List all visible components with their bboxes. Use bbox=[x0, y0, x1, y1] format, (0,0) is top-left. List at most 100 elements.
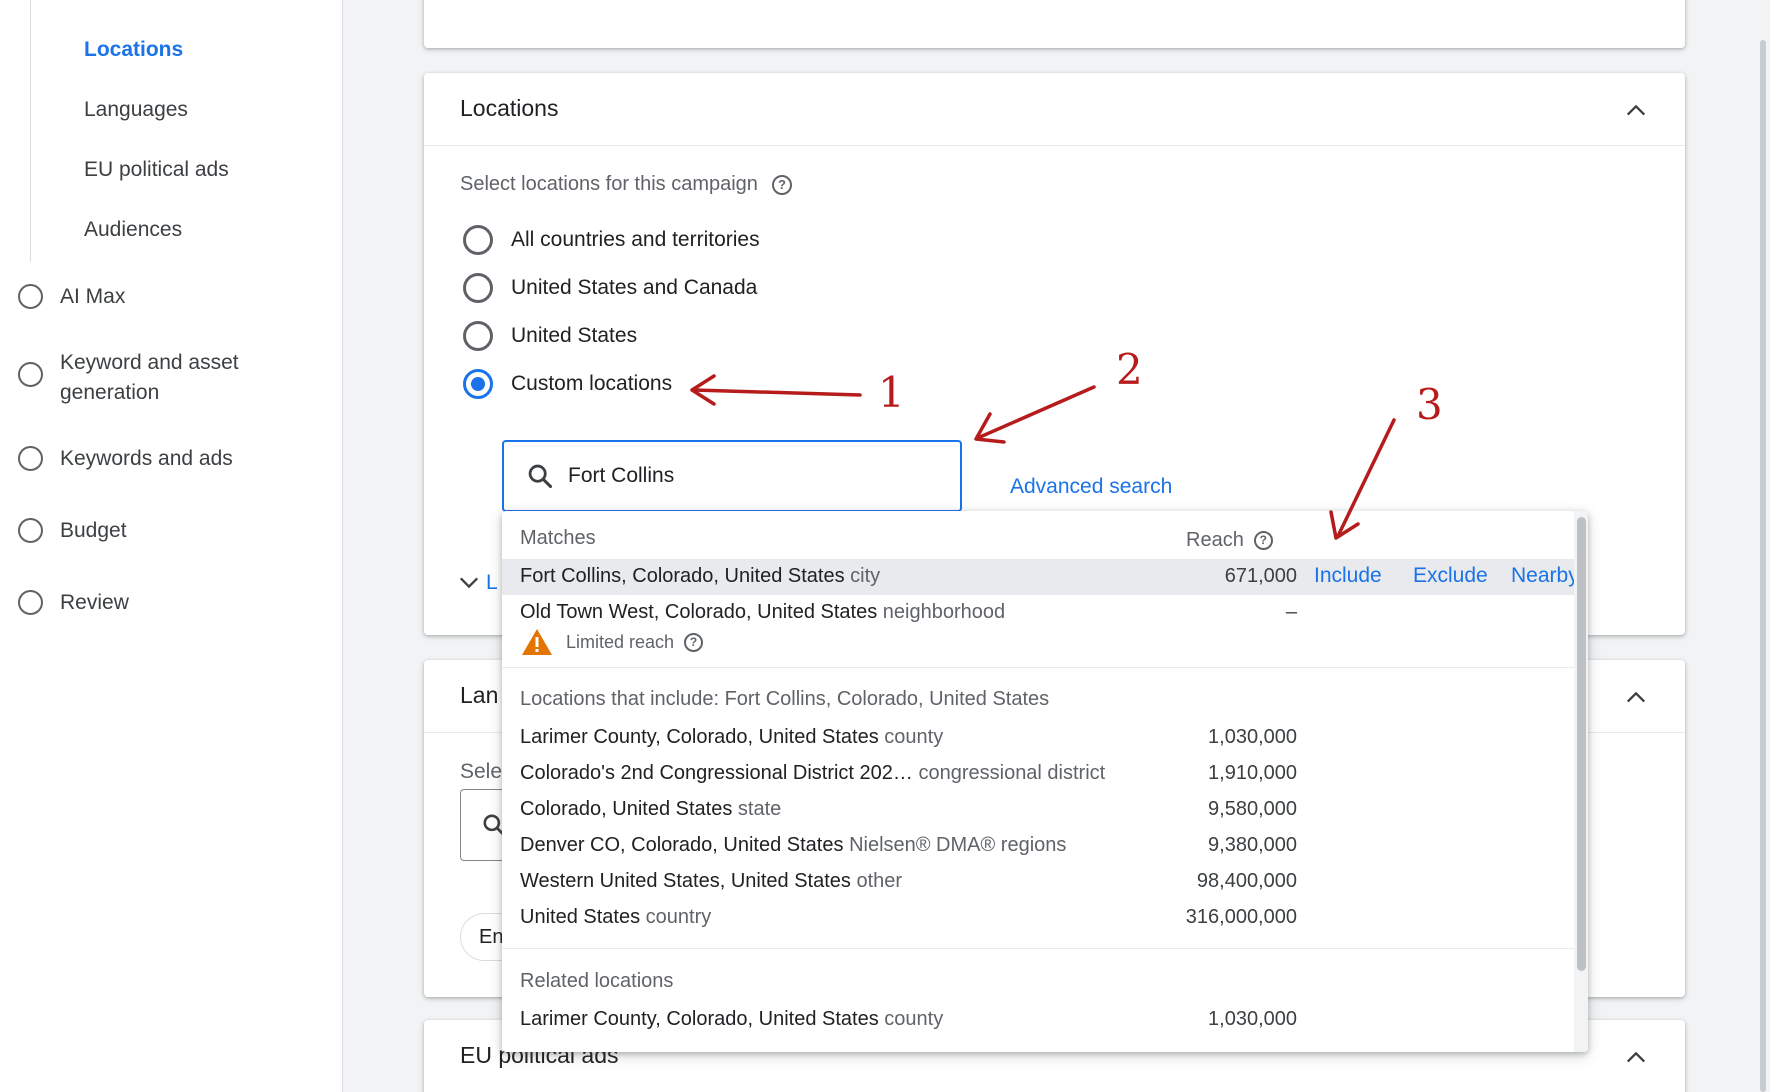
scrollbar-thumb[interactable] bbox=[1577, 517, 1586, 971]
reach-value: 9,380,000 bbox=[1208, 834, 1297, 856]
sidebar-item-audiences[interactable]: Audiences bbox=[84, 218, 182, 242]
location-name: Western United States, United States oth… bbox=[520, 870, 903, 892]
card-title: Lan bbox=[460, 682, 499, 708]
reach-value: 316,000,000 bbox=[1185, 906, 1297, 928]
select-locations-label: Select locations for this campaign ? bbox=[460, 173, 792, 196]
reach-value: 98,400,000 bbox=[1196, 870, 1297, 892]
sidebar-item-locations[interactable]: Locations bbox=[84, 38, 183, 62]
include-button[interactable]: Include bbox=[1314, 564, 1382, 588]
location-suggestions-dropdown: Matches Reach ? Fort Collins, Colorado, … bbox=[502, 511, 1588, 1052]
location-name: Colorado, United States state bbox=[520, 798, 782, 820]
step-label: AI Max bbox=[60, 285, 126, 308]
dropdown-scrollbar[interactable] bbox=[1574, 511, 1588, 1052]
radio-label: United States bbox=[511, 324, 638, 347]
reach-value: 1,030,000 bbox=[1208, 726, 1297, 748]
radio-button[interactable] bbox=[463, 225, 493, 255]
radio-all-countries[interactable]: All countries and territories bbox=[463, 225, 760, 255]
warning-icon bbox=[522, 629, 552, 655]
radio-button[interactable] bbox=[463, 273, 493, 303]
location-name: Colorado's 2nd Congressional District 20… bbox=[520, 762, 1106, 784]
reach-header-label: Reach bbox=[1186, 529, 1244, 551]
reach-value: 1,030,000 bbox=[1208, 1008, 1297, 1030]
sidebar-item-eu-political-ads[interactable]: EU political ads bbox=[84, 158, 229, 182]
radio-us-canada[interactable]: United States and Canada bbox=[463, 273, 757, 303]
annotation-number-1: 1 bbox=[878, 368, 905, 417]
step-status-icon bbox=[18, 446, 43, 471]
radio-united-states[interactable]: United States bbox=[463, 321, 637, 351]
page-scrollbar[interactable] bbox=[1760, 40, 1766, 1092]
radio-label: United States and Canada bbox=[511, 276, 758, 299]
step-label: Keyword and asset generation bbox=[60, 351, 239, 404]
location-name: Denver CO, Colorado, United States Niels… bbox=[520, 834, 1067, 856]
radio-label: All countries and territories bbox=[511, 228, 760, 251]
advanced-search-link[interactable]: Advanced search bbox=[1010, 475, 1172, 499]
reach-value: 671,000 bbox=[1224, 565, 1297, 587]
location-name: Old Town West, Colorado, United States n… bbox=[520, 601, 1006, 623]
sub-nav-rail bbox=[30, 0, 31, 262]
include-row[interactable]: Colorado's 2nd Congressional District 20… bbox=[520, 758, 1574, 790]
include-row[interactable]: Western United States, United States oth… bbox=[520, 866, 1574, 898]
related-row[interactable]: Larimer County, Colorado, United States … bbox=[520, 1004, 1574, 1036]
sidebar-step-keywords-and-ads[interactable]: Keywords and ads bbox=[18, 444, 290, 474]
related-header: Related locations bbox=[520, 970, 674, 992]
language-chip-label: En bbox=[479, 926, 504, 948]
reach-value: 1,910,000 bbox=[1208, 762, 1297, 784]
divider bbox=[502, 667, 1574, 668]
location-search-input[interactable] bbox=[568, 464, 948, 488]
nearby-button[interactable]: Nearby bbox=[1511, 564, 1579, 588]
match-row-old-town-west[interactable]: Old Town West, Colorado, United States n… bbox=[520, 597, 1574, 629]
help-icon[interactable]: ? bbox=[771, 174, 792, 195]
chevron-up-icon[interactable] bbox=[1625, 686, 1647, 708]
search-icon bbox=[528, 464, 553, 489]
match-row-fort-collins[interactable]: Fort Collins, Colorado, United States ci… bbox=[520, 561, 1579, 593]
chevron-up-icon[interactable] bbox=[1625, 1046, 1647, 1068]
annotation-number-2: 2 bbox=[1116, 345, 1143, 394]
sidebar-item-languages[interactable]: Languages bbox=[84, 98, 188, 122]
divider bbox=[502, 948, 1574, 949]
include-row[interactable]: United States country 316,000,000 bbox=[520, 902, 1574, 934]
locations-card-header[interactable]: Locations bbox=[424, 73, 1685, 146]
include-row[interactable]: Colorado, United States state 9,580,000 bbox=[520, 794, 1574, 826]
step-status-icon bbox=[18, 518, 43, 543]
step-label: Keywords and ads bbox=[60, 447, 233, 470]
previous-card bbox=[424, 0, 1685, 48]
limited-reach-label: Limited reach bbox=[566, 631, 675, 652]
step-label: Budget bbox=[60, 519, 127, 542]
exclude-button[interactable]: Exclude bbox=[1413, 564, 1488, 588]
help-icon[interactable]: ? bbox=[684, 632, 704, 652]
sidebar-step-budget[interactable]: Budget bbox=[18, 516, 290, 546]
location-name: United States country bbox=[520, 906, 712, 928]
select-locations-text: Select locations for this campaign bbox=[460, 173, 758, 195]
step-status-icon bbox=[18, 362, 43, 387]
partial-link[interactable]: L bbox=[486, 571, 498, 595]
chevron-down-icon[interactable] bbox=[458, 571, 480, 593]
step-label: Review bbox=[60, 591, 129, 614]
location-name: Larimer County, Colorado, United States … bbox=[520, 1008, 944, 1030]
reach-value: 9,580,000 bbox=[1208, 798, 1297, 820]
sidebar-step-review[interactable]: Review bbox=[18, 588, 290, 618]
location-search-box[interactable] bbox=[502, 440, 962, 512]
campaign-sidebar: Locations Languages EU political ads Aud… bbox=[0, 0, 343, 1092]
radio-button[interactable] bbox=[463, 321, 493, 351]
radio-button-selected[interactable] bbox=[463, 369, 493, 399]
reach-value: – bbox=[1285, 601, 1297, 623]
card-title: Locations bbox=[460, 95, 559, 121]
step-status-icon bbox=[18, 284, 43, 309]
includes-header: Locations that include: Fort Collins, Co… bbox=[520, 688, 1050, 710]
location-name: Fort Collins, Colorado, United States ci… bbox=[520, 565, 881, 587]
sidebar-step-keyword-asset-generation[interactable]: Keyword and asset generation bbox=[18, 348, 290, 408]
step-status-icon bbox=[18, 590, 43, 615]
limited-reach-warning: Limited reach ? bbox=[520, 627, 704, 657]
location-name: Larimer County, Colorado, United States … bbox=[520, 726, 944, 748]
matches-header: Matches bbox=[520, 527, 596, 549]
reach-header: Reach ? bbox=[1186, 529, 1273, 552]
include-row[interactable]: Denver CO, Colorado, United States Niels… bbox=[520, 830, 1574, 862]
clipped-row bbox=[520, 1045, 1280, 1052]
chevron-up-icon[interactable] bbox=[1625, 99, 1647, 121]
help-icon[interactable]: ? bbox=[1253, 531, 1273, 550]
radio-custom-locations[interactable]: Custom locations bbox=[463, 369, 672, 399]
radio-label: Custom locations bbox=[511, 372, 673, 395]
include-row[interactable]: Larimer County, Colorado, United States … bbox=[520, 722, 1574, 754]
languages-select-label: Sele bbox=[460, 760, 503, 783]
sidebar-step-ai-max[interactable]: AI Max bbox=[18, 282, 290, 312]
